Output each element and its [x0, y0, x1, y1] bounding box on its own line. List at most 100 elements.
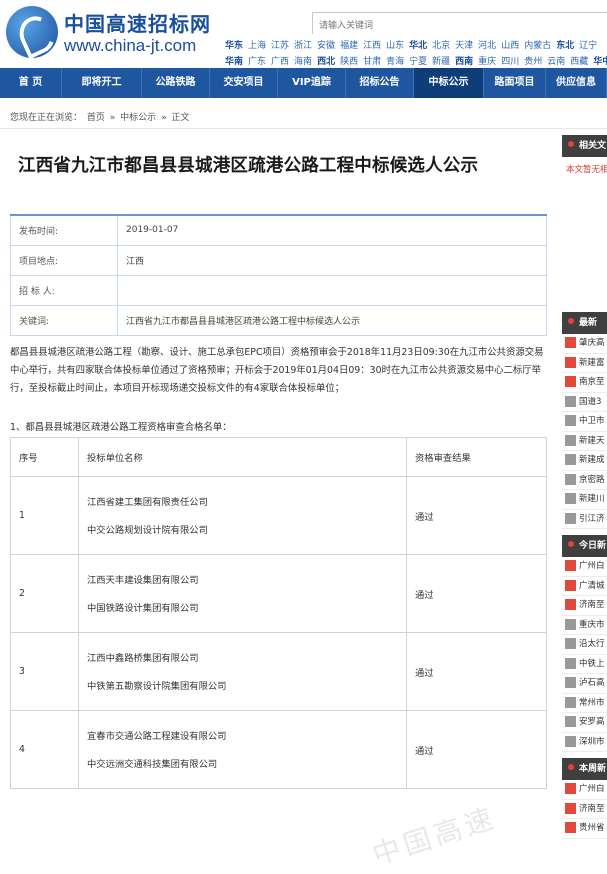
nav-item[interactable]: 即将开工 — [62, 68, 142, 98]
region-link[interactable]: 河北 — [478, 38, 496, 54]
bidder-name: 中铁第五勘察设计院集团有限公司 — [87, 681, 227, 692]
sidebar-item-text[interactable]: 南京至 — [579, 377, 605, 387]
sidebar-item-text[interactable]: 沿太行 — [579, 639, 605, 649]
sidebar-item-text[interactable]: 中铁上 — [579, 659, 605, 669]
search-input[interactable] — [313, 16, 607, 36]
region-link[interactable]: 安徽 — [317, 38, 335, 54]
region-link[interactable]: 江西 — [363, 38, 381, 54]
logo-url[interactable]: www.china-jt.com — [64, 36, 196, 56]
related-note: 本文暂无相 — [566, 165, 607, 175]
sidebar-list-item[interactable]: 国道3 — [562, 393, 607, 412]
sidebar-list-item[interactable]: 常州市 — [562, 694, 607, 713]
nav-item[interactable]: 中标公示 — [414, 68, 484, 98]
bullet-icon — [568, 764, 574, 770]
sidebar-list-item[interactable]: 新建天 — [562, 432, 607, 451]
sidebar-item-text[interactable]: 新建富 — [579, 358, 605, 368]
sidebar-list-item[interactable]: 沿太行 — [562, 635, 607, 655]
region-link[interactable]: 浙江 — [294, 38, 312, 54]
sidebar-list-item[interactable]: 广州白 — [562, 780, 607, 800]
sidebar-list-item[interactable]: 新建富 — [562, 354, 607, 373]
main-nav: 首 页即将开工 公路铁路 交安项目 VIP追踪 招标公告 中标公示 路面项目 供应信息 — [0, 68, 607, 98]
breadcrumb-prefix: 您现在正在浏览： — [10, 113, 83, 123]
region-link[interactable]: 福建 — [340, 38, 358, 54]
sidebar-list-item[interactable]: 济南至 — [562, 596, 607, 616]
sidebar-list-item[interactable]: 泸石高 — [562, 674, 607, 694]
cell-bidder-names: 江西省建工集团有限责任公司 中交公路规划设计院有限公司 — [78, 476, 407, 555]
nav-item[interactable]: 供应信息 — [546, 68, 607, 98]
sidebar-list-item[interactable]: 贵州省 — [562, 819, 607, 839]
sidebar-list-item[interactable]: 南京至 — [562, 373, 607, 393]
region-link[interactable]: 江苏 — [271, 38, 289, 54]
section-title: 1、都昌县县城港区疏港公路工程资格审查合格名单： — [10, 422, 232, 433]
nav-item[interactable]: 招标公告 — [346, 68, 414, 98]
meta-row: 发布时间: 2019-01-07 — [10, 214, 547, 246]
sidebar-item-text[interactable]: 泸石高 — [579, 678, 605, 688]
sidebar-item-text[interactable]: 广清城 — [579, 581, 605, 591]
nav-item[interactable]: 路面项目 — [484, 68, 546, 98]
sidebar-list-item[interactable]: 中铁上 — [562, 655, 607, 674]
region-link[interactable]: 山东 — [386, 38, 404, 54]
breadcrumb-item-current: 正文 — [171, 113, 190, 123]
nav-item[interactable]: VIP追踪 — [278, 68, 346, 98]
sidebar-list-item[interactable]: 肇庆高 — [562, 334, 607, 354]
sidebar-list-item[interactable]: 引江济 — [562, 510, 607, 529]
rank-icon — [565, 638, 576, 649]
rank-icon — [565, 696, 576, 708]
meta-label: 项目地点: — [10, 244, 118, 276]
sidebar-item-text[interactable]: 济南至 — [579, 804, 605, 814]
region-link[interactable]: 内蒙古 — [524, 38, 551, 54]
cell-bidder-names: 江西中鑫路桥集团有限公司 中铁第五勘察设计院集团有限公司 — [78, 632, 407, 711]
sidebar-list-item[interactable]: 广州白 — [562, 557, 607, 577]
bidder-name: 宜春市交通公路工程建设有限公司 — [87, 731, 227, 742]
sidebar-item-text[interactable]: 深圳市 — [579, 737, 605, 747]
table-header-row: 序号 投标单位名称 资格审查结果 — [10, 437, 547, 477]
search-box[interactable] — [312, 12, 607, 36]
region-link[interactable]: 辽宁 — [579, 38, 597, 54]
sidebar-list-item[interactable]: 重庆市 — [562, 616, 607, 635]
region-link[interactable]: 天津 — [455, 38, 473, 54]
rank-icon — [565, 356, 576, 368]
sidebar-item-text[interactable]: 重庆市 — [579, 620, 605, 630]
sidebar-item-text[interactable]: 肇庆高 — [579, 338, 605, 348]
sidebar-list-item[interactable]: 深圳市 — [562, 733, 607, 752]
region-link[interactable]: 上海 — [248, 38, 266, 54]
sidebar-list-item[interactable]: 安罗高 — [562, 713, 607, 733]
logo-title[interactable]: 中国高速招标网 — [64, 8, 211, 37]
meta-label: 关键词: — [10, 304, 118, 336]
logo-icon[interactable] — [6, 6, 58, 58]
sidebar-item-text[interactable]: 新建成 — [579, 455, 605, 465]
sidebar-item-text[interactable]: 中卫市 — [579, 416, 605, 426]
sidebar-item-text[interactable]: 京密路 — [579, 475, 605, 485]
sidebar-list-item[interactable]: 新建川 — [562, 490, 607, 510]
sidebar-item-text[interactable]: 国道3 — [579, 397, 601, 407]
sidebar-item-text[interactable]: 新建川 — [579, 494, 605, 504]
nav-item[interactable]: 公路铁路 — [142, 68, 210, 98]
nav-item[interactable]: 首 页 — [0, 68, 62, 98]
region-group-label[interactable]: 东北 — [556, 38, 574, 54]
sidebar-item-text[interactable]: 广州白 — [579, 561, 605, 571]
sidebar-item-text[interactable]: 贵州省 — [579, 823, 605, 833]
sidebar-item-text[interactable]: 广州白 — [579, 784, 605, 794]
region-group-label[interactable]: 华北 — [409, 38, 427, 54]
sidebar-item-text[interactable]: 新建天 — [579, 436, 605, 446]
sidebar-list-item[interactable]: 中卫市 — [562, 412, 607, 432]
sidebar-item-text[interactable]: 引江济 — [579, 514, 605, 524]
meta-value — [117, 274, 547, 306]
region-link[interactable]: 山西 — [501, 38, 519, 54]
breadcrumb-item-section[interactable]: 中标公示 — [120, 113, 156, 123]
sidebar-item-text[interactable]: 安罗高 — [579, 717, 605, 727]
rank-icon — [565, 783, 576, 794]
bullet-icon — [568, 141, 574, 147]
sidebar-list-item[interactable]: 济南至 — [562, 800, 607, 819]
breadcrumb-item-home[interactable]: 首页 — [87, 113, 105, 123]
sidebar-item-text[interactable]: 济南至 — [579, 600, 605, 610]
sidebar-list-item[interactable]: 新建成 — [562, 451, 607, 471]
region-link[interactable]: 北京 — [432, 38, 450, 54]
sidebar-item-text[interactable]: 常州市 — [579, 698, 605, 708]
sidebar-list-item[interactable]: 广清城 — [562, 577, 607, 596]
nav-item[interactable]: 交安项目 — [210, 68, 278, 98]
bullet-icon — [568, 541, 574, 547]
region-group-label[interactable]: 华东 — [225, 38, 243, 54]
column-header-result: 资格审查结果 — [406, 437, 547, 477]
sidebar-list-item[interactable]: 京密路 — [562, 471, 607, 490]
